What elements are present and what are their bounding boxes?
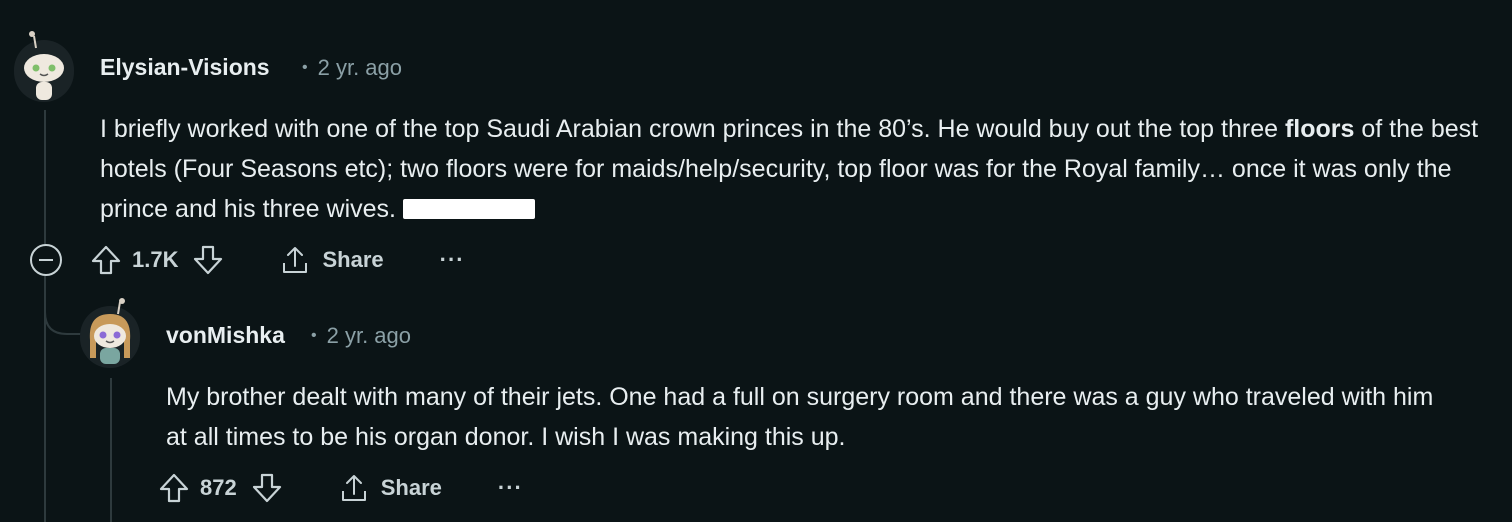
share-button[interactable]: Share <box>280 244 384 276</box>
more-options-button[interactable]: ··· <box>440 247 465 273</box>
comment-time: 2 yr. ago <box>317 55 402 80</box>
vote-count: 1.7K <box>132 247 179 272</box>
collapse-minus-icon <box>39 259 53 261</box>
arrow-up-icon <box>159 473 189 503</box>
upvote-button[interactable] <box>158 472 190 504</box>
downvote-button[interactable] <box>251 472 283 504</box>
downvote-button[interactable] <box>192 244 224 276</box>
collapse-button[interactable] <box>30 244 62 276</box>
snoo-avatar-icon <box>14 31 74 100</box>
comment-actions: 1.7K Share ··· <box>90 240 465 280</box>
thread-connector <box>44 276 83 335</box>
share-button[interactable]: Share <box>339 472 442 504</box>
share-icon <box>341 475 366 501</box>
comment-author[interactable]: vonMishka <box>166 322 285 349</box>
snoo-avatar-icon <box>80 298 140 366</box>
comment-actions: 872 Share ··· <box>158 468 523 508</box>
share-label: Share <box>322 247 384 272</box>
comment-timestamp: • 2 yr. ago <box>302 55 402 81</box>
comment-body-text-1: I briefly worked with one of the top Sau… <box>100 115 1285 143</box>
comment-body: My brother dealt with many of their jets… <box>166 383 1434 451</box>
thread-line-main <box>44 110 46 248</box>
arrow-down-icon <box>252 473 281 503</box>
thread-line-reply <box>110 378 112 522</box>
comment-author[interactable]: Elysian-Visions <box>100 54 270 81</box>
meta-separator: • <box>311 327 317 344</box>
arrow-down-icon <box>194 245 223 275</box>
more-options-button[interactable]: ··· <box>498 475 523 501</box>
avatar[interactable] <box>80 298 140 368</box>
comment-body: I briefly worked with one of the top Sau… <box>100 109 1495 229</box>
meta-separator: • <box>302 59 308 76</box>
redacted-emoji-overlay <box>402 199 535 219</box>
comment-body-bold: floors <box>1284 115 1355 143</box>
share-label: Share <box>380 475 442 500</box>
upvote-button[interactable] <box>90 244 122 276</box>
avatar[interactable] <box>14 31 74 102</box>
vote-count: 872 <box>200 475 237 500</box>
arrow-up-icon <box>91 245 121 275</box>
comment-time: 2 yr. ago <box>326 323 411 348</box>
comment-timestamp: • 2 yr. ago <box>311 323 411 349</box>
share-icon <box>283 247 308 273</box>
